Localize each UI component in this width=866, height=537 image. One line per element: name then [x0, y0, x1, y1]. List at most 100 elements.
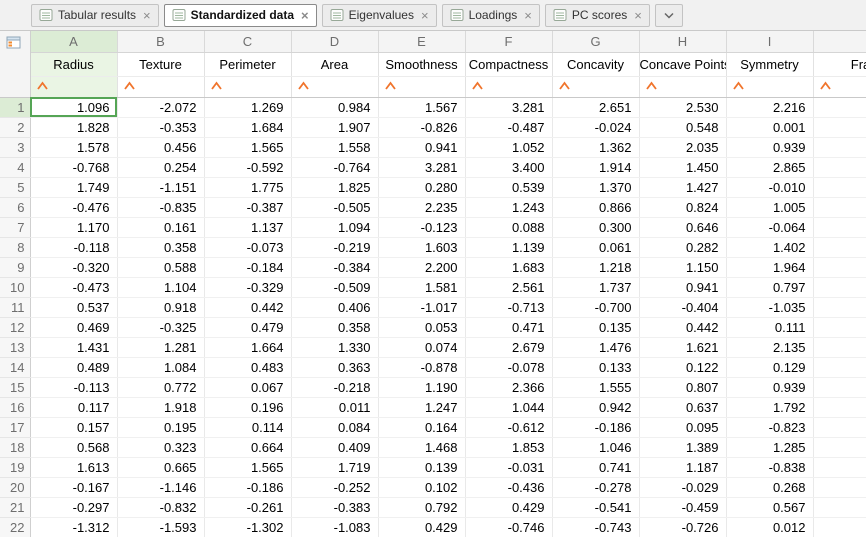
column-header-e[interactable]: E [378, 31, 466, 53]
cell[interactable]: 0.300 [552, 217, 640, 238]
cell[interactable]: 0.456 [117, 137, 205, 158]
cell[interactable]: 0.469 [30, 317, 118, 338]
cell[interactable]: 0.157 [30, 417, 118, 438]
close-icon[interactable]: × [143, 9, 151, 22]
cell[interactable]: 1.684 [204, 117, 292, 138]
cell[interactable]: 1.555 [552, 377, 640, 398]
cell[interactable]: 1.603 [378, 237, 466, 258]
cell[interactable]: 0.358 [117, 237, 205, 258]
column-header-b[interactable]: B [117, 31, 205, 53]
cell[interactable]: 1.683 [465, 257, 553, 278]
cell[interactable]: 1.281 [117, 337, 205, 358]
cell[interactable]: 0.483 [204, 357, 292, 378]
cell[interactable]: 0.129 [726, 357, 814, 378]
cell[interactable]: 0.429 [465, 497, 553, 518]
cell[interactable]: 1.964 [726, 257, 814, 278]
cell[interactable]: 2.035 [639, 137, 727, 158]
cell[interactable]: 1.139 [465, 237, 553, 258]
cell[interactable]: 1.737 [552, 277, 640, 298]
cell[interactable]: 0.280 [378, 177, 466, 198]
cell-partial[interactable] [813, 217, 866, 238]
cell[interactable]: 0.646 [639, 217, 727, 238]
cell[interactable]: 1.775 [204, 177, 292, 198]
cell[interactable]: -0.329 [204, 277, 292, 298]
cell[interactable]: 1.567 [378, 97, 466, 118]
row-header-9[interactable]: 9 [0, 257, 31, 278]
cell[interactable]: 3.400 [465, 157, 553, 178]
column-header-d[interactable]: D [291, 31, 379, 53]
cell[interactable]: 0.122 [639, 357, 727, 378]
row-header-21[interactable]: 21 [0, 497, 31, 518]
cell[interactable]: 1.094 [291, 217, 379, 238]
cell[interactable]: 0.084 [291, 417, 379, 438]
cell[interactable]: -0.073 [204, 237, 292, 258]
row-header-19[interactable]: 19 [0, 457, 31, 478]
cell[interactable]: 1.084 [117, 357, 205, 378]
variable-name-radius[interactable]: Radius [30, 52, 118, 77]
cell[interactable]: 1.613 [30, 457, 118, 478]
cell[interactable]: 0.665 [117, 457, 205, 478]
variable-name-perimeter[interactable]: Perimeter [204, 52, 292, 77]
cell-partial[interactable] [813, 437, 866, 458]
variable-name-partial[interactable]: Fra [813, 52, 866, 77]
cell[interactable]: 0.406 [291, 297, 379, 318]
cell[interactable]: 1.046 [552, 437, 640, 458]
cell[interactable]: 1.907 [291, 117, 379, 138]
cell[interactable]: -0.726 [639, 517, 727, 537]
cell[interactable]: 0.741 [552, 457, 640, 478]
cell[interactable]: 1.170 [30, 217, 118, 238]
cell[interactable]: -0.261 [204, 497, 292, 518]
cell[interactable]: 1.565 [204, 457, 292, 478]
cell[interactable]: 0.939 [726, 377, 814, 398]
cell[interactable]: 1.362 [552, 137, 640, 158]
column-type-flag[interactable] [117, 76, 205, 98]
cell[interactable]: 0.471 [465, 317, 553, 338]
cell[interactable]: 0.409 [291, 437, 379, 458]
cell[interactable]: 0.133 [552, 357, 640, 378]
cell[interactable]: 0.358 [291, 317, 379, 338]
cell-partial[interactable] [813, 517, 866, 537]
cell[interactable]: -0.186 [204, 477, 292, 498]
cell[interactable]: 1.853 [465, 437, 553, 458]
cell[interactable]: -0.078 [465, 357, 553, 378]
cell[interactable]: -0.219 [291, 237, 379, 258]
cell-partial[interactable] [813, 297, 866, 318]
cell[interactable]: 1.828 [30, 117, 118, 138]
cell[interactable]: 1.370 [552, 177, 640, 198]
cell[interactable]: 0.135 [552, 317, 640, 338]
cell[interactable]: -0.746 [465, 517, 553, 537]
cell[interactable]: 1.137 [204, 217, 292, 238]
row-header-13[interactable]: 13 [0, 337, 31, 358]
cell-partial[interactable] [813, 317, 866, 338]
cell-partial[interactable] [813, 97, 866, 118]
cell[interactable]: 0.442 [204, 297, 292, 318]
cell[interactable]: 0.095 [639, 417, 727, 438]
variable-name-texture[interactable]: Texture [117, 52, 205, 77]
cell[interactable]: 1.664 [204, 337, 292, 358]
cell[interactable]: -0.320 [30, 257, 118, 278]
cell[interactable]: -0.764 [291, 157, 379, 178]
cell[interactable]: 1.269 [204, 97, 292, 118]
cell[interactable]: 0.568 [30, 437, 118, 458]
cell[interactable]: -0.505 [291, 197, 379, 218]
cell[interactable]: 0.537 [30, 297, 118, 318]
cell[interactable]: 0.061 [552, 237, 640, 258]
row-header-5[interactable]: 5 [0, 177, 31, 198]
row-header-7[interactable]: 7 [0, 217, 31, 238]
cell[interactable]: 0.489 [30, 357, 118, 378]
tab-loadings[interactable]: Loadings × [441, 3, 540, 27]
column-type-flag[interactable] [552, 76, 640, 98]
cell-partial[interactable] [813, 477, 866, 498]
cell[interactable]: -0.592 [204, 157, 292, 178]
cell-partial[interactable] [813, 177, 866, 198]
cell[interactable]: 1.565 [204, 137, 292, 158]
column-type-flag[interactable] [465, 76, 553, 98]
cell[interactable]: 2.651 [552, 97, 640, 118]
row-header-8[interactable]: 8 [0, 237, 31, 258]
cell[interactable]: 0.254 [117, 157, 205, 178]
cell[interactable]: 1.247 [378, 397, 466, 418]
cell[interactable]: 0.637 [639, 397, 727, 418]
cell[interactable]: 1.581 [378, 277, 466, 298]
cell[interactable]: 0.941 [639, 277, 727, 298]
cell[interactable]: 3.281 [378, 157, 466, 178]
